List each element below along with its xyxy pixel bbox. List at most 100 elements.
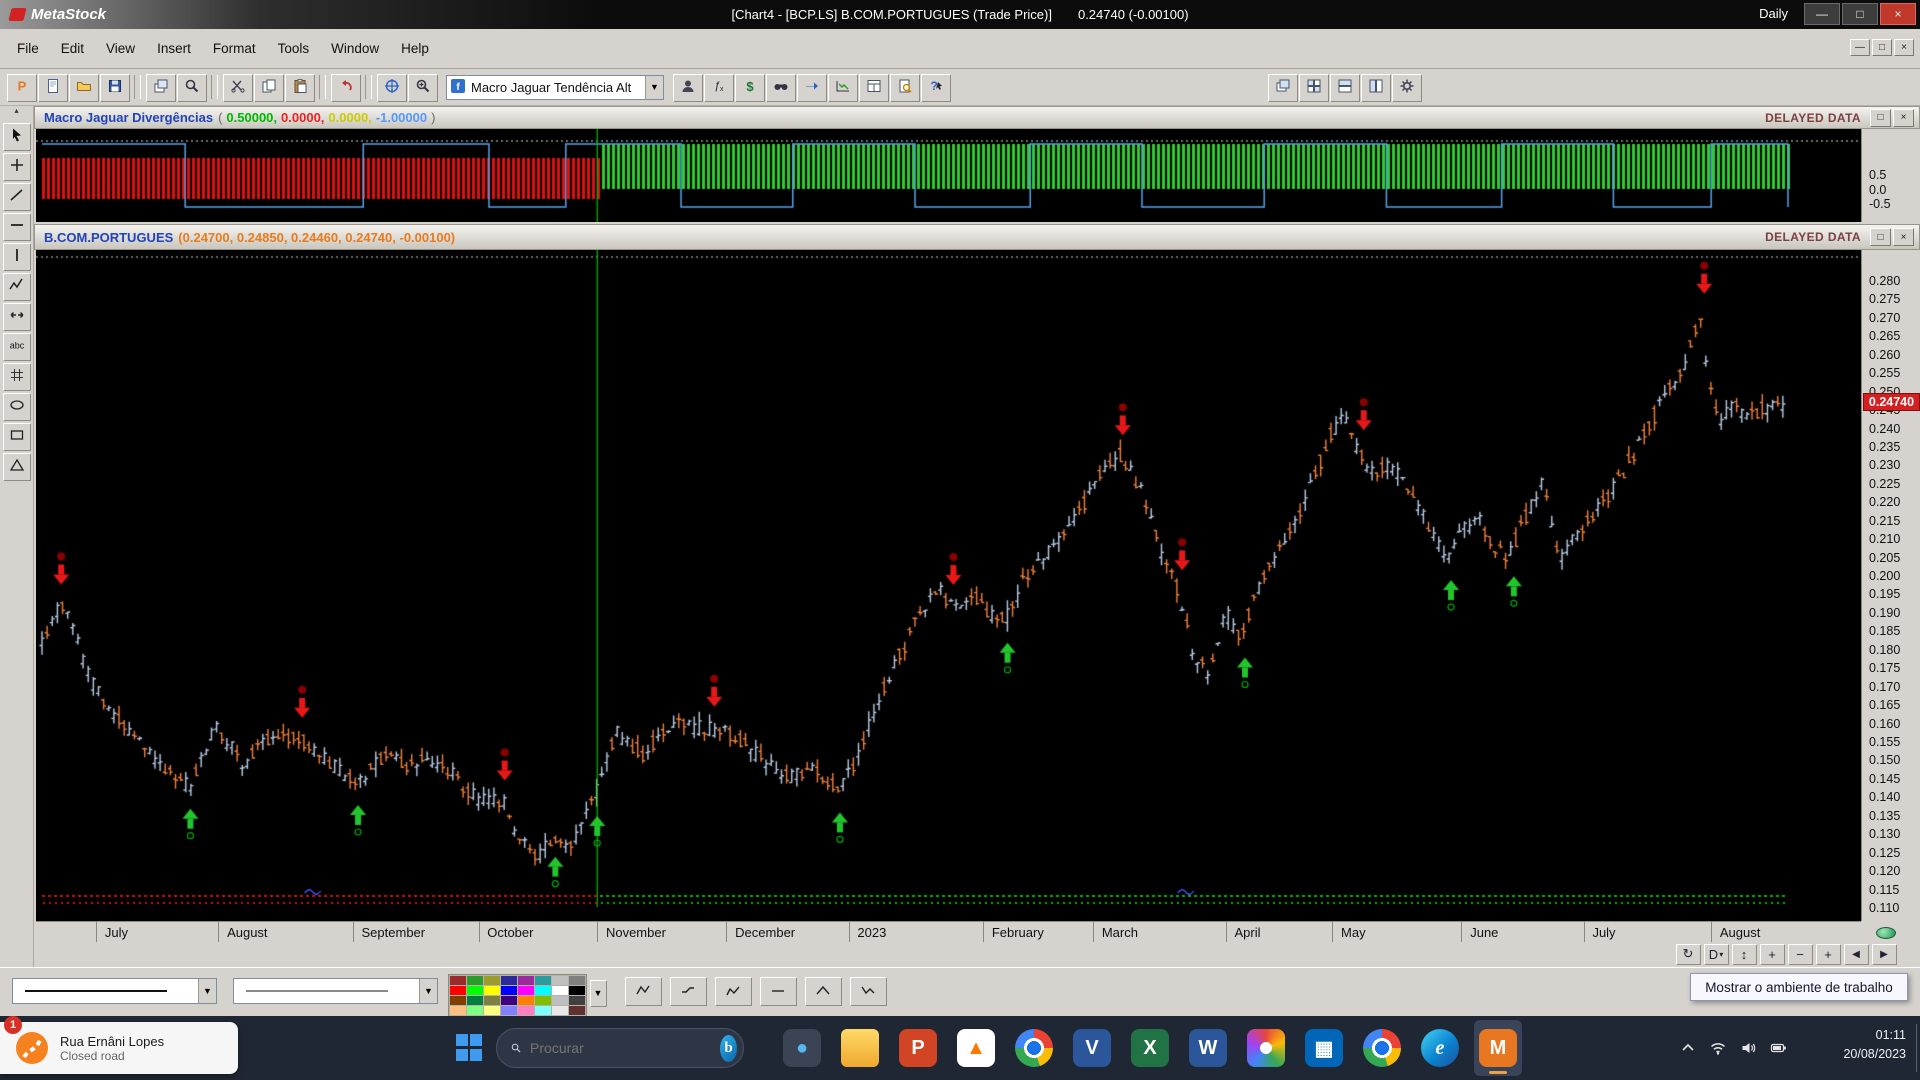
bing-icon[interactable]: b [720,1035,737,1062]
taskbar-app-calculator[interactable]: ▦ [1300,1020,1348,1076]
palette-color[interactable] [518,996,534,1005]
palette-color[interactable] [467,976,483,985]
taskbar-app-meet[interactable]: ● [778,1020,826,1076]
sidebar-scroll-up[interactable]: ▴ [0,106,33,120]
scroll-right-button[interactable]: ▶ [1872,944,1896,964]
chart-scroll-row[interactable]: ↻D▾↕+−+◀▶ [36,942,1920,967]
menu-help[interactable]: Help [390,34,440,63]
palette-color[interactable] [450,976,466,985]
volume-icon[interactable] [1740,1040,1757,1056]
menu-edit[interactable]: Edit [50,34,95,63]
template-dropdown[interactable]: f Macro Jaguar Tendência Alt ▼ [446,75,664,100]
palette-color[interactable] [467,1006,483,1015]
cut-button[interactable] [223,74,252,101]
palette-color[interactable] [518,976,534,985]
line-style-select[interactable]: ▼ [233,978,438,1004]
notification-toast[interactable]: 1 Rua Ernâni Lopes Closed road [0,1022,238,1074]
palette-color[interactable] [501,1006,517,1015]
minimize-button[interactable]: — [1804,3,1840,25]
palette-color[interactable] [518,1006,534,1015]
taskbar-app-browser[interactable] [1358,1020,1406,1076]
chevron-down-icon[interactable]: ▼ [419,979,437,1003]
palette-color[interactable] [518,986,534,995]
expand-compress-tool-button[interactable] [3,303,30,330]
taskbar-app-powerpoint[interactable]: P [894,1020,942,1076]
price-y-axis[interactable]: 0.2800.2750.2700.2650.2600.2550.2500.245… [1861,250,1920,921]
price-style-1-button[interactable] [625,977,661,1005]
options-button[interactable] [1392,74,1421,101]
chart-organizer-button[interactable] [146,74,175,101]
price-chart-canvas[interactable] [36,250,1861,921]
downloader-button[interactable] [828,74,857,101]
copy-button[interactable] [254,74,283,101]
maximize-button[interactable]: □ [1842,3,1878,25]
mdi-close-button[interactable]: × [1894,39,1914,56]
price-close-button[interactable]: × [1893,228,1914,246]
indicator-panel-header[interactable]: Macro Jaguar Divergências (0.50000,0.000… [34,106,1920,129]
trendline-tool-button[interactable] [3,183,30,210]
palette-color[interactable] [450,1006,466,1015]
taskbar-app-word[interactable]: W [1184,1020,1232,1076]
palette-color[interactable] [552,986,568,995]
palette-color[interactable] [501,986,517,995]
zoom-in-button[interactable]: + [1816,944,1840,964]
palette-color[interactable] [484,976,500,985]
battery-icon[interactable] [1770,1040,1787,1056]
menu-tools[interactable]: Tools [267,34,321,63]
search-input[interactable] [530,1040,711,1056]
tile-horizontal-button[interactable] [1330,74,1359,101]
find-symbol-button[interactable] [177,74,206,101]
palette-dropdown-arrow[interactable]: ▼ [590,980,606,1006]
palette-color[interactable] [450,986,466,995]
mdi-restore-button[interactable]: □ [1872,39,1892,56]
palette-color[interactable] [552,996,568,1005]
taskbar-app-photos[interactable] [1242,1020,1290,1076]
undo-button[interactable] [331,74,360,101]
close-button[interactable]: × [1880,3,1916,25]
taskbar-app-edge[interactable]: e [1416,1020,1464,1076]
palette-color[interactable] [552,1006,568,1015]
chevron-down-icon[interactable]: ▼ [645,76,663,99]
palette-color[interactable] [484,986,500,995]
cascade-windows-button[interactable] [1268,74,1297,101]
price-panel-header[interactable]: B.COM.PORTUGUES (0.24700, 0.24850, 0.244… [34,224,1920,250]
power-tools-button[interactable]: P [7,74,36,101]
palette-color[interactable] [535,996,551,1005]
new-chart-button[interactable] [38,74,67,101]
taskbar-app-vlc[interactable]: ▲ [952,1020,1000,1076]
taskbar-app-metastock[interactable]: M [1474,1020,1522,1076]
palette-color[interactable] [484,1006,500,1015]
chevron-up-icon[interactable] [1680,1040,1696,1056]
crosshair-tool-button[interactable] [3,153,30,180]
pointer-tool-button[interactable] [3,123,30,150]
scroll-left-button[interactable]: ◀ [1844,944,1868,964]
periodicity-button[interactable]: D▾ [1704,944,1728,964]
chevron-down-icon[interactable]: ▼ [198,979,216,1003]
expert-advisor-button[interactable] [673,74,702,101]
taskbar-clock[interactable]: 01:11 20/08/2023 [1843,1026,1906,1065]
palette-color[interactable] [535,1006,551,1015]
menu-window[interactable]: Window [320,34,390,63]
price-style-3-button[interactable] [715,977,751,1005]
price-style-6-button[interactable] [850,977,886,1005]
palette-color[interactable] [501,976,517,985]
layout-button[interactable] [859,74,888,101]
pan-button[interactable]: + [1760,944,1784,964]
wifi-icon[interactable] [1709,1040,1727,1056]
taskbar-search[interactable]: b [496,1028,744,1068]
indicator-close-button[interactable]: × [1893,109,1914,127]
start-button[interactable] [456,1034,484,1062]
text-tool-button[interactable]: abc [3,333,30,360]
open-chart-button[interactable] [69,74,98,101]
vertical-line-tool-button[interactable] [3,243,30,270]
indicator-restore-button[interactable]: □ [1870,109,1891,127]
system-tester-button[interactable]: $ [735,74,764,101]
menu-view[interactable]: View [95,34,146,63]
fit-price-scale-button[interactable]: ↕ [1732,944,1756,964]
price-style-4-button[interactable] [760,977,796,1005]
indicator-builder-button[interactable]: ƒx [704,74,733,101]
ellipse-tool-button[interactable] [3,393,30,420]
palette-color[interactable] [569,996,585,1005]
palette-color[interactable] [450,996,466,1005]
taskbar-app-file-explorer[interactable] [836,1020,884,1076]
